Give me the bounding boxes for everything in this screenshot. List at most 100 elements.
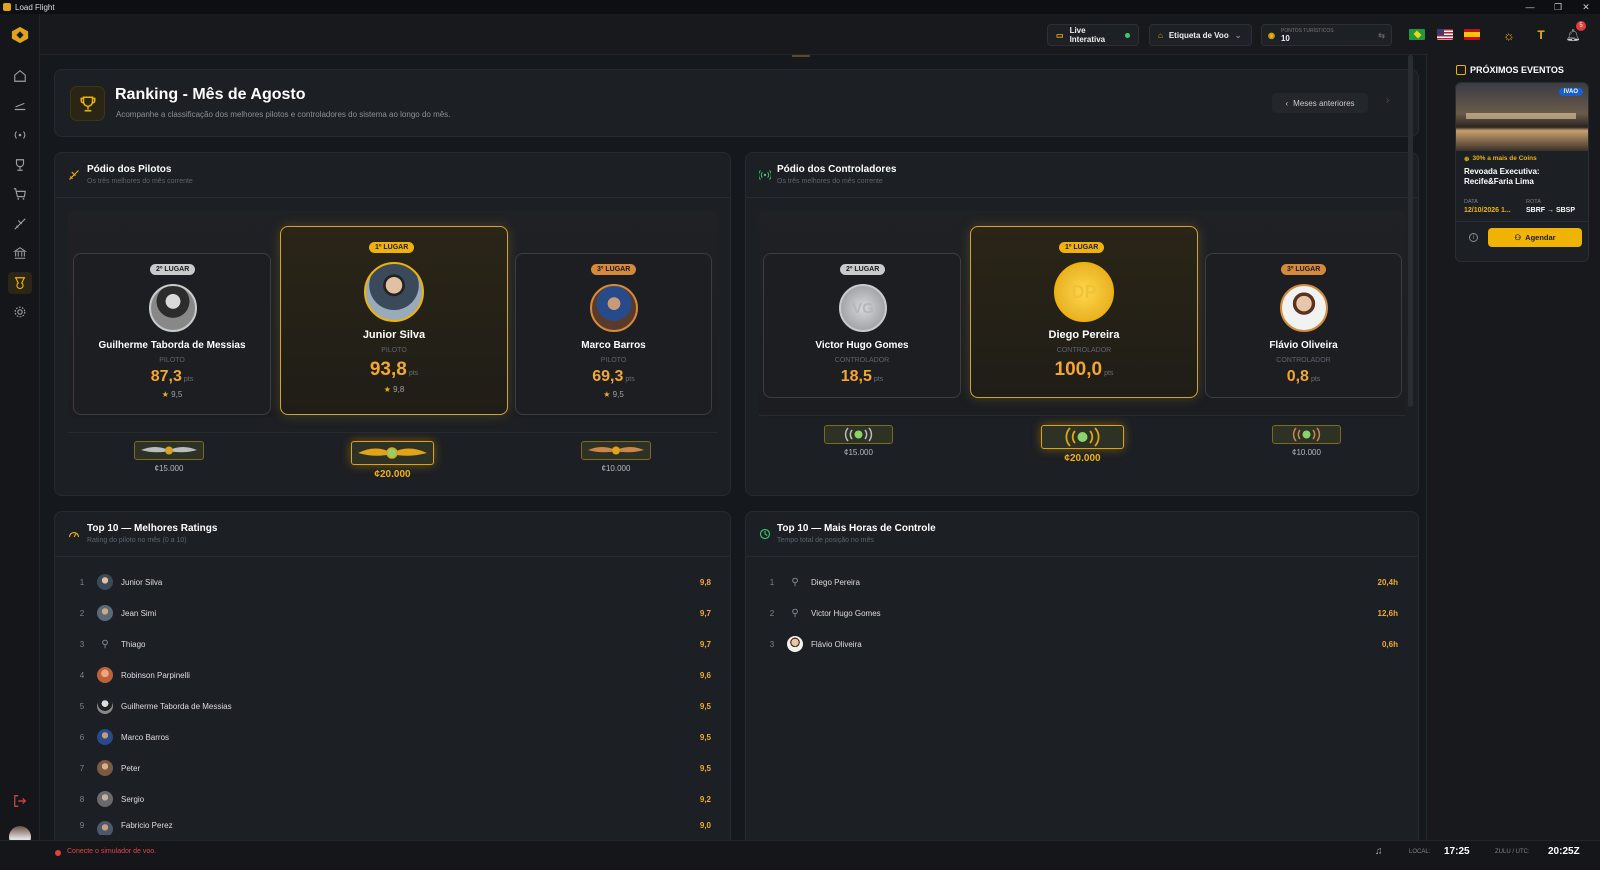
controller-podium-card-3rd[interactable]: 3º LUGAR Flávio Oliveira CONTROLADOR 0,8… xyxy=(1205,253,1402,398)
rank: 8 xyxy=(79,794,85,804)
list-item[interactable]: 5 Guilherme Taborda de Messias 9,5 xyxy=(71,697,716,715)
chevron-down-icon: ⌄ xyxy=(1234,30,1242,40)
place-badge: 1º LUGAR xyxy=(1059,242,1105,253)
divider xyxy=(745,197,1419,198)
list-item[interactable]: 8 Sergio 9,2 xyxy=(71,790,716,808)
rating-value: 9,5 xyxy=(612,390,624,399)
event-title: Revoada Executiva: Recife&Faria Lima xyxy=(1464,167,1540,186)
list-item[interactable]: 4 Robinson Parpinelli 9,6 xyxy=(71,666,716,684)
top-ratings-title: Top 10 — Melhores Ratings xyxy=(87,523,218,534)
list-item[interactable]: 1 ⚲ Diego Pereira 20,4h xyxy=(761,573,1403,591)
tourist-points-widget[interactable]: ◉ PONTOS TURÍSTICOS 10 ⇆ xyxy=(1261,24,1392,46)
sidebar-item-trophies[interactable] xyxy=(12,157,28,173)
prize-3rd: ¢10.000 xyxy=(1292,448,1321,457)
wings-medal-silver-icon xyxy=(134,441,204,460)
flight-tag-dropdown[interactable]: ⌂ Etiqueta de Voo ⌄ xyxy=(1149,24,1252,46)
pilot-podium-card-1st[interactable]: 1º LUGAR Junior Silva PILOTO 93,8 pts ★ 9… xyxy=(280,226,508,415)
place-badge: 3º LUGAR xyxy=(1281,264,1327,275)
app-logo-icon xyxy=(3,3,11,11)
sim-status-message[interactable]: Conecte o simulador de voo. xyxy=(67,848,156,855)
list-item[interactable]: 3 ⚲ Thiago 9,7 xyxy=(71,635,716,653)
rank: 5 xyxy=(79,701,85,711)
headset-icon[interactable]: ♫ xyxy=(1375,846,1383,857)
event-card[interactable]: IVAO ⊛ 30% a mais de Coins Revoada Execut… xyxy=(1455,82,1589,262)
logout-icon xyxy=(14,795,27,807)
maximize-button[interactable]: ❐ xyxy=(1544,2,1572,13)
list-item[interactable]: 2 Jean Simi 9,7 xyxy=(71,604,716,622)
place-badge: 2º LUGAR xyxy=(840,264,886,275)
sidebar-item-logout[interactable] xyxy=(12,793,28,809)
avatar xyxy=(787,636,803,652)
sidebar-item-fleet[interactable] xyxy=(12,216,28,232)
divider xyxy=(68,432,718,433)
sidebar-item-live[interactable] xyxy=(12,127,28,143)
zulu-time: 20:25Z xyxy=(1548,846,1580,857)
info-icon[interactable]: i xyxy=(1469,233,1478,242)
trophy-badge xyxy=(70,86,105,121)
user-icon: ⚲ xyxy=(791,576,799,588)
score-value: 100,0 xyxy=(1054,359,1103,380)
date-label: DATA xyxy=(1464,199,1478,205)
pilot-podium-card-3rd[interactable]: 3º LUGAR Marco Barros PILOTO 69,3 pts ★ 9… xyxy=(515,253,712,415)
list-item[interactable]: 2 ⚲ Victor Hugo Gomes 12,6h xyxy=(761,604,1403,622)
hours-value: 20,4h xyxy=(1377,577,1398,587)
hours-value: 12,6h xyxy=(1377,608,1398,618)
flag-brazil-icon[interactable] xyxy=(1409,29,1425,40)
pilot-name: Fabricio Perez xyxy=(121,821,173,830)
list-item[interactable]: 1 Junior Silva 9,8 xyxy=(71,573,716,591)
list-item[interactable]: 3 Flávio Oliveira 0,6h xyxy=(761,635,1403,653)
previous-months-button[interactable]: ‹ Meses anteriores xyxy=(1272,93,1368,113)
load-flight-logo-icon[interactable] xyxy=(11,26,29,44)
sidebar-item-bank[interactable] xyxy=(12,245,28,261)
initials-avatar: VG xyxy=(839,284,887,332)
score-value: 69,3 xyxy=(592,368,624,385)
events-title: PRÓXIMOS EVENTOS xyxy=(1470,65,1564,75)
status-bar xyxy=(0,840,1600,870)
flag-spain-icon[interactable] xyxy=(1464,29,1480,40)
pilot-rating: ★ 9,8 xyxy=(281,385,507,394)
flag-usa-icon[interactable] xyxy=(1437,29,1453,40)
plane-departure-icon xyxy=(14,102,26,111)
sidebar-item-store[interactable] xyxy=(12,186,28,202)
local-time-label: LOCAL: xyxy=(1409,849,1431,855)
route-label: ROTA xyxy=(1526,199,1541,205)
drag-handle[interactable] xyxy=(792,55,810,57)
list-item[interactable]: 9 Fabricio Perez 9,0 xyxy=(71,821,716,835)
rank: 3 xyxy=(769,639,775,649)
score-unit: pts xyxy=(625,376,635,383)
chevron-right-icon[interactable]: › xyxy=(1386,95,1389,106)
minimize-button[interactable]: — xyxy=(1516,2,1544,13)
pilot-podium-card-2nd[interactable]: 2º LUGAR Guilherme Taborda de Messias PI… xyxy=(73,253,271,415)
text-size-icon[interactable]: T xyxy=(1531,25,1551,45)
rank: 1 xyxy=(79,577,85,587)
controller-podium-card-1st[interactable]: 1º LUGAR DP Diego Pereira CONTROLADOR 10… xyxy=(970,226,1198,398)
schedule-button[interactable]: ⚇ Agendar xyxy=(1488,228,1582,247)
sidebar-item-settings[interactable] xyxy=(12,304,28,320)
live-button[interactable]: ▭ Live Interativa xyxy=(1047,24,1139,46)
window-titlebar: Load Flight — ❐ ✕ xyxy=(0,0,1600,14)
place-badge: 1º LUGAR xyxy=(369,242,415,253)
rating-value: 9,0 xyxy=(699,821,711,830)
pilot-name: Robinson Parpinelli xyxy=(121,670,190,680)
rating-value: 9,7 xyxy=(699,608,711,618)
divider xyxy=(54,556,731,557)
pilot-role: PILOTO xyxy=(381,347,407,354)
live-status-dot xyxy=(1125,32,1130,38)
list-item[interactable]: 7 Peter 9,5 xyxy=(71,759,716,777)
close-button[interactable]: ✕ xyxy=(1572,2,1600,13)
sun-icon[interactable]: ☼ xyxy=(1499,25,1519,45)
scrollbar[interactable] xyxy=(1408,55,1413,407)
pilot-name: Peter xyxy=(121,763,141,773)
sidebar-item-flights[interactable] xyxy=(12,98,28,114)
controller-podium-card-2nd[interactable]: 2º LUGAR VG Victor Hugo Gomes CONTROLADO… xyxy=(763,253,961,398)
list-item[interactable]: 6 Marco Barros 9,5 xyxy=(71,728,716,746)
window-title: Load Flight xyxy=(15,2,55,12)
pilot-name: Junior Silva xyxy=(362,329,426,341)
pilot-name: Marco Barros xyxy=(581,340,646,351)
sidebar-item-ranking[interactable] xyxy=(8,272,32,294)
tag-icon: ⌂ xyxy=(1158,30,1163,40)
pilots-podium-subtitle: Os três melhores do mês corrente xyxy=(87,178,193,185)
sidebar-item-home[interactable] xyxy=(12,68,28,84)
sidebar xyxy=(0,14,40,870)
flight-tag-label: Etiqueta de Voo xyxy=(1168,30,1229,40)
